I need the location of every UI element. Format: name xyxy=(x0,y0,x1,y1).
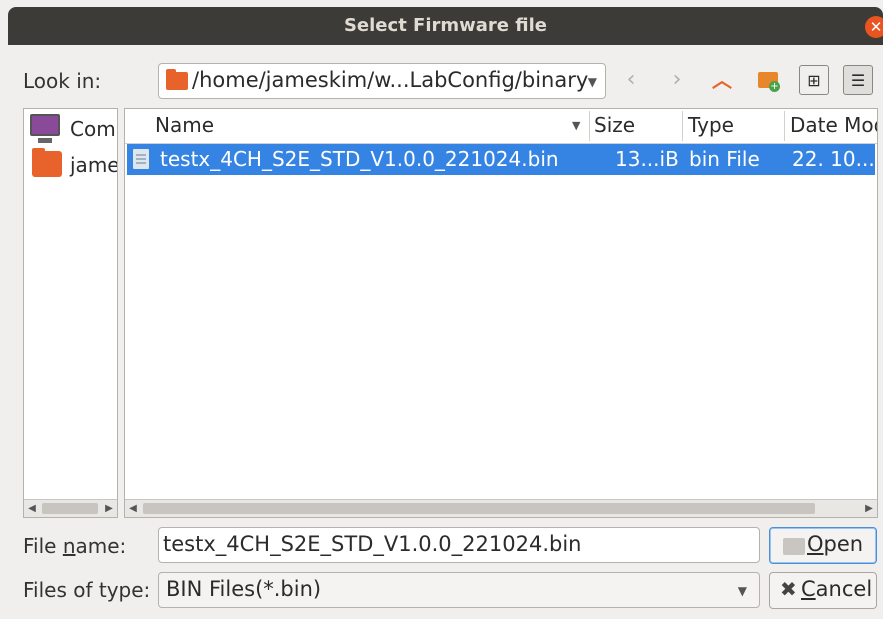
look-in-combo[interactable]: /home/jameskim/w...LabConfig/binary ▼ xyxy=(158,63,606,99)
cancel-button[interactable]: ✖ Cancel xyxy=(769,572,877,609)
close-icon[interactable]: ✕ xyxy=(865,16,883,38)
scroll-right-icon[interactable]: ▶ xyxy=(861,500,877,517)
file-type-value: BIN Files(*.bin) xyxy=(166,577,322,601)
open-button[interactable]: Open xyxy=(769,527,877,564)
window-title: Select Firmware file xyxy=(343,15,548,36)
file-size-cell: 13...iB xyxy=(615,147,679,171)
column-header-type[interactable]: Type xyxy=(688,113,734,137)
open-button-label: Open xyxy=(807,532,864,556)
file-type-label: Files of type: xyxy=(23,578,151,602)
home-folder-icon xyxy=(32,148,62,177)
scroll-left-icon[interactable]: ◀ xyxy=(125,500,141,517)
file-name-value: testx_4CH_S2E_STD_V1.0.0_221024.bin xyxy=(163,532,582,556)
title-bar[interactable]: Select Firmware file ✕ xyxy=(8,7,883,45)
column-header-size[interactable]: Size xyxy=(594,113,635,137)
scroll-thumb[interactable] xyxy=(42,503,98,514)
folder-icon xyxy=(166,69,188,90)
table-row[interactable]: testx_4CH_S2E_STD_V1.0.0_221024.bin 13..… xyxy=(127,144,875,175)
column-header-date[interactable]: Date Modified xyxy=(790,113,877,137)
file-dialog: Select Firmware file ✕ Look in: /home/ja… xyxy=(0,0,883,619)
file-name-input[interactable]: testx_4CH_S2E_STD_V1.0.0_221024.bin xyxy=(158,527,760,563)
parent-directory-icon[interactable]: ︿ xyxy=(707,65,737,95)
file-type-select[interactable]: BIN Files(*.bin) ▼ xyxy=(158,572,760,608)
scroll-right-icon[interactable]: ▶ xyxy=(101,500,117,517)
file-list-scrollbar[interactable]: ◀ ▶ xyxy=(125,499,877,517)
look-in-path: /home/jameskim/w...LabConfig/binary xyxy=(192,68,589,92)
back-icon[interactable]: ‹ xyxy=(616,65,646,95)
file-name-label: File name: xyxy=(23,534,127,558)
file-list: Name ▼ Size Type Date Modified testx_4CH… xyxy=(124,108,878,518)
cancel-icon: ✖ xyxy=(780,577,797,601)
new-folder-icon[interactable] xyxy=(753,65,783,95)
places-sidebar: Computer jameskim ◀ ▶ xyxy=(23,108,118,518)
file-date-cell: 22. 10... xyxy=(792,147,875,171)
sidebar-scrollbar[interactable]: ◀ ▶ xyxy=(24,499,117,517)
file-list-header: Name ▼ Size Type Date Modified xyxy=(125,109,877,144)
file-name-cell: testx_4CH_S2E_STD_V1.0.0_221024.bin xyxy=(160,147,559,171)
icon-view-icon[interactable]: ⊞ xyxy=(799,65,829,95)
file-icon xyxy=(133,149,149,169)
sort-descending-icon: ▼ xyxy=(572,119,581,132)
file-type-cell: bin File xyxy=(689,147,760,171)
look-in-label: Look in: xyxy=(23,69,102,93)
detail-view-icon[interactable]: ☰ xyxy=(843,65,873,95)
chevron-down-icon: ▼ xyxy=(587,75,597,89)
scroll-thumb[interactable] xyxy=(143,503,815,514)
chevron-down-icon: ▼ xyxy=(737,584,747,598)
sidebar-item-label: Computer xyxy=(70,117,117,141)
scroll-left-icon[interactable]: ◀ xyxy=(24,500,40,517)
forward-icon[interactable]: › xyxy=(662,65,692,95)
folder-icon xyxy=(783,538,805,555)
column-header-name[interactable]: Name xyxy=(155,113,214,137)
sidebar-item-label: jameskim xyxy=(70,153,118,177)
cancel-button-label: Cancel xyxy=(801,577,873,601)
computer-icon xyxy=(30,114,60,143)
